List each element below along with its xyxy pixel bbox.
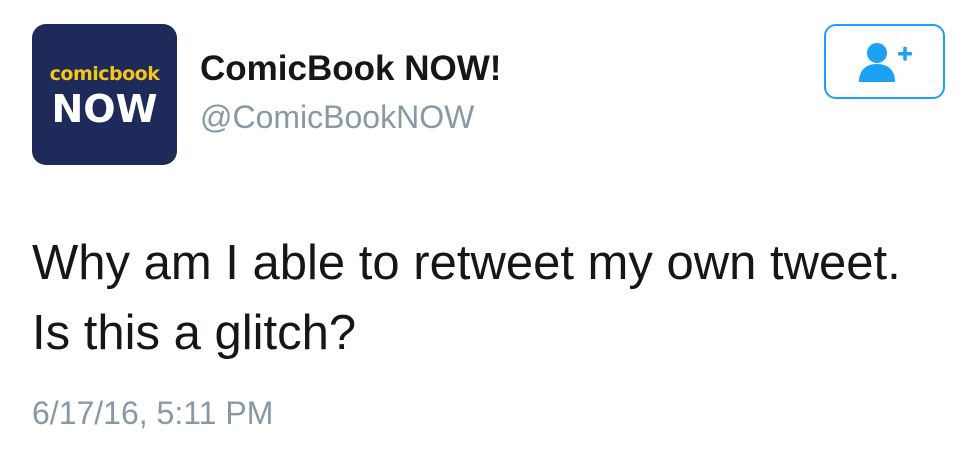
profile-avatar[interactable]: comicbook NOW: [32, 24, 177, 165]
tweet-text: Why am I able to retweet my own tweet. I…: [32, 236, 901, 360]
display-name[interactable]: ComicBook NOW!: [200, 49, 501, 89]
avatar-logo-text-top: comicbook: [49, 63, 160, 85]
add-user-icon: [858, 42, 912, 82]
follow-button[interactable]: [824, 24, 945, 99]
avatar-logo-text-bottom: NOW: [51, 87, 158, 131]
tweet-timestamp[interactable]: 6/17/16, 5:11 PM: [32, 395, 273, 431]
user-handle[interactable]: @ComicBookNOW: [200, 99, 474, 135]
